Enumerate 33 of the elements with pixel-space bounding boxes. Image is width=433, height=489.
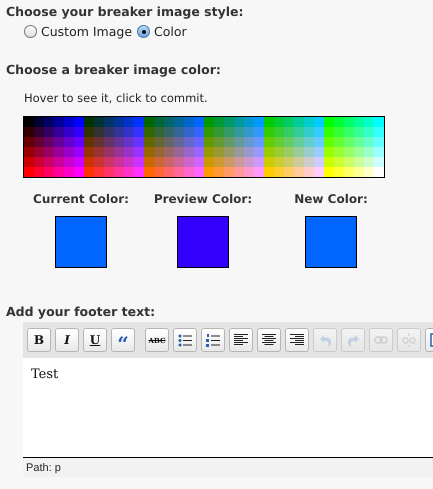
path-text: Path: p [26, 462, 61, 474]
redo-icon [346, 334, 360, 346]
quote-button[interactable]: “ [111, 328, 135, 352]
swatch-label: Current Color: [33, 192, 129, 206]
italic-button[interactable]: I [55, 328, 79, 352]
align-center-icon [262, 334, 276, 346]
editor-text: Test [31, 367, 58, 382]
radio-button[interactable] [24, 25, 37, 38]
numbered-list-icon [206, 334, 220, 346]
bold-button[interactable]: B [27, 328, 51, 352]
undo-icon [318, 334, 332, 346]
swatch-label: New Color: [294, 192, 368, 206]
broken-link-icon [402, 333, 416, 347]
radio-button[interactable] [137, 25, 150, 38]
section-heading: Add your footer text: [6, 304, 156, 319]
editor-text-area[interactable]: Test [23, 358, 433, 458]
radio-label[interactable]: Color [154, 24, 187, 39]
underline-button[interactable]: U [83, 328, 107, 352]
align-center-button[interactable] [257, 328, 281, 352]
bullet-list-icon [178, 334, 192, 346]
section-heading: Choose a breaker image color: [6, 62, 222, 77]
color-palette[interactable] [23, 116, 385, 178]
hint-text: Hover to see it, click to commit. [24, 91, 209, 105]
radio-label[interactable]: Custom Image [41, 24, 132, 39]
align-left-icon [234, 334, 248, 346]
align-right-icon [290, 334, 304, 346]
align-left-button[interactable] [229, 328, 253, 352]
align-right-button[interactable] [285, 328, 309, 352]
swatch-label: Preview Color: [154, 192, 252, 206]
bullets-button[interactable] [173, 328, 197, 352]
numbers-button[interactable] [201, 328, 225, 352]
section-heading: Choose your breaker image style: [6, 4, 245, 19]
link-icon [374, 336, 388, 344]
